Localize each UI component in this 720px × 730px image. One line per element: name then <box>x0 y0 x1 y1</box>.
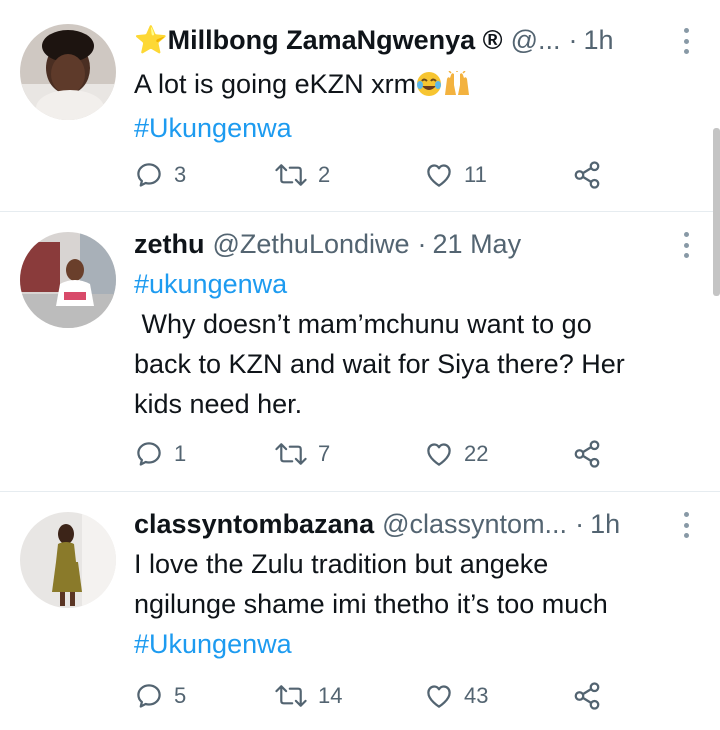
like-button[interactable]: 11 <box>424 159 487 191</box>
retweet-icon <box>275 164 307 186</box>
retweet-button[interactable]: 7 <box>274 438 330 470</box>
share-button[interactable] <box>572 159 602 191</box>
tweet-header: ⭐Millbong ZamaNgwenya ® @... · 1h <box>134 22 680 58</box>
retweet-button[interactable]: 2 <box>274 159 330 191</box>
tweet-text-line: Why doesn’t mam’mchunu want to go <box>134 309 592 339</box>
more-vertical-icon[interactable] <box>684 232 690 258</box>
share-button[interactable] <box>572 438 602 470</box>
display-name[interactable]: classyntombazana <box>134 509 374 540</box>
reply-count: 3 <box>174 162 187 187</box>
like-button[interactable]: 43 <box>424 680 488 712</box>
reply-icon <box>137 684 161 708</box>
like-count: 43 <box>464 683 489 708</box>
reply-button[interactable]: 3 <box>134 159 186 191</box>
scrollbar[interactable] <box>713 128 720 296</box>
avatar[interactable] <box>20 512 116 608</box>
tweet-header: classyntombazana @classyntom... · 1h <box>134 506 680 542</box>
tweet-text-line: ngilunge shame imi thetho it’s too much <box>134 589 608 619</box>
separator-dot: · <box>417 228 427 259</box>
like-count: 22 <box>464 441 489 466</box>
retweet-button[interactable]: 14 <box>274 680 342 712</box>
reply-count: 1 <box>174 441 187 466</box>
hashtag-link[interactable]: #Ukungenwa <box>134 108 700 148</box>
retweet-icon <box>275 685 307 707</box>
tweet-feed: ⭐Millbong ZamaNgwenya ® @... · 1h A lot … <box>0 0 720 730</box>
user-handle[interactable]: @ZethuLondiwe <box>213 229 410 260</box>
share-icon <box>574 161 600 189</box>
retweet-count: 7 <box>318 441 331 466</box>
like-count: 11 <box>464 162 487 187</box>
tweet[interactable]: zethu @ZethuLondiwe · 21 May #ukungenwa … <box>0 212 720 492</box>
hashtag-link[interactable]: #ukungenwa <box>134 264 700 304</box>
retweet-count: 14 <box>318 683 343 708</box>
raising-hands-emoji <box>442 68 472 108</box>
retweet-count: 2 <box>318 162 331 187</box>
timestamp[interactable]: 21 May <box>433 229 522 260</box>
heart-icon <box>427 443 451 466</box>
share-icon <box>574 440 600 468</box>
separator-dot: · <box>568 24 578 55</box>
share-icon <box>574 682 600 710</box>
timestamp[interactable]: 1h <box>583 25 613 56</box>
more-vertical-icon[interactable] <box>684 28 690 54</box>
tweet-text: A lot is going eKZN xrm #Ukungenwa <box>134 64 700 148</box>
tweet-text-line: back to KZN and wait for Siya there? Her <box>134 349 625 379</box>
reply-icon <box>137 163 161 187</box>
tweet-actions: 1 7 22 <box>134 438 614 470</box>
tweet-text: I love the Zulu tradition but angeke ngi… <box>134 544 700 664</box>
tweet-text-line: I love the Zulu tradition but angeke <box>134 549 549 579</box>
heart-icon <box>427 164 451 187</box>
like-button[interactable]: 22 <box>424 438 488 470</box>
avatar[interactable] <box>20 232 116 328</box>
tweet-text-line: A lot is going eKZN xrm <box>134 64 700 108</box>
tweet-text-line: kids need her. <box>134 389 303 419</box>
user-handle[interactable]: @... <box>511 25 561 56</box>
avatar[interactable] <box>20 24 116 120</box>
timestamp[interactable]: 1h <box>590 509 620 540</box>
hashtag-link[interactable]: #Ukungenwa <box>134 624 700 664</box>
heart-icon <box>427 685 451 708</box>
user-handle[interactable]: @classyntom... <box>382 509 567 540</box>
reply-icon <box>137 442 161 466</box>
tweet-actions: 5 14 43 <box>134 680 614 712</box>
reply-button[interactable]: 5 <box>134 680 186 712</box>
reply-button[interactable]: 1 <box>134 438 186 470</box>
tweet-text: #ukungenwa Why doesn’t mam’mchunu want t… <box>134 264 700 424</box>
display-name[interactable]: ⭐Millbong ZamaNgwenya ® <box>134 24 503 56</box>
tears-of-joy-emoji <box>416 68 442 108</box>
tweet[interactable]: classyntombazana @classyntom... · 1h I l… <box>0 492 720 730</box>
retweet-icon <box>275 443 307 465</box>
tweet-header: zethu @ZethuLondiwe · 21 May <box>134 226 680 262</box>
tweet[interactable]: ⭐Millbong ZamaNgwenya ® @... · 1h A lot … <box>0 0 720 212</box>
tweet-actions: 3 2 11 <box>134 159 614 191</box>
more-vertical-icon[interactable] <box>684 512 690 538</box>
reply-count: 5 <box>174 683 187 708</box>
display-name[interactable]: zethu <box>134 229 205 260</box>
separator-dot: · <box>575 508 585 539</box>
share-button[interactable] <box>572 680 602 712</box>
